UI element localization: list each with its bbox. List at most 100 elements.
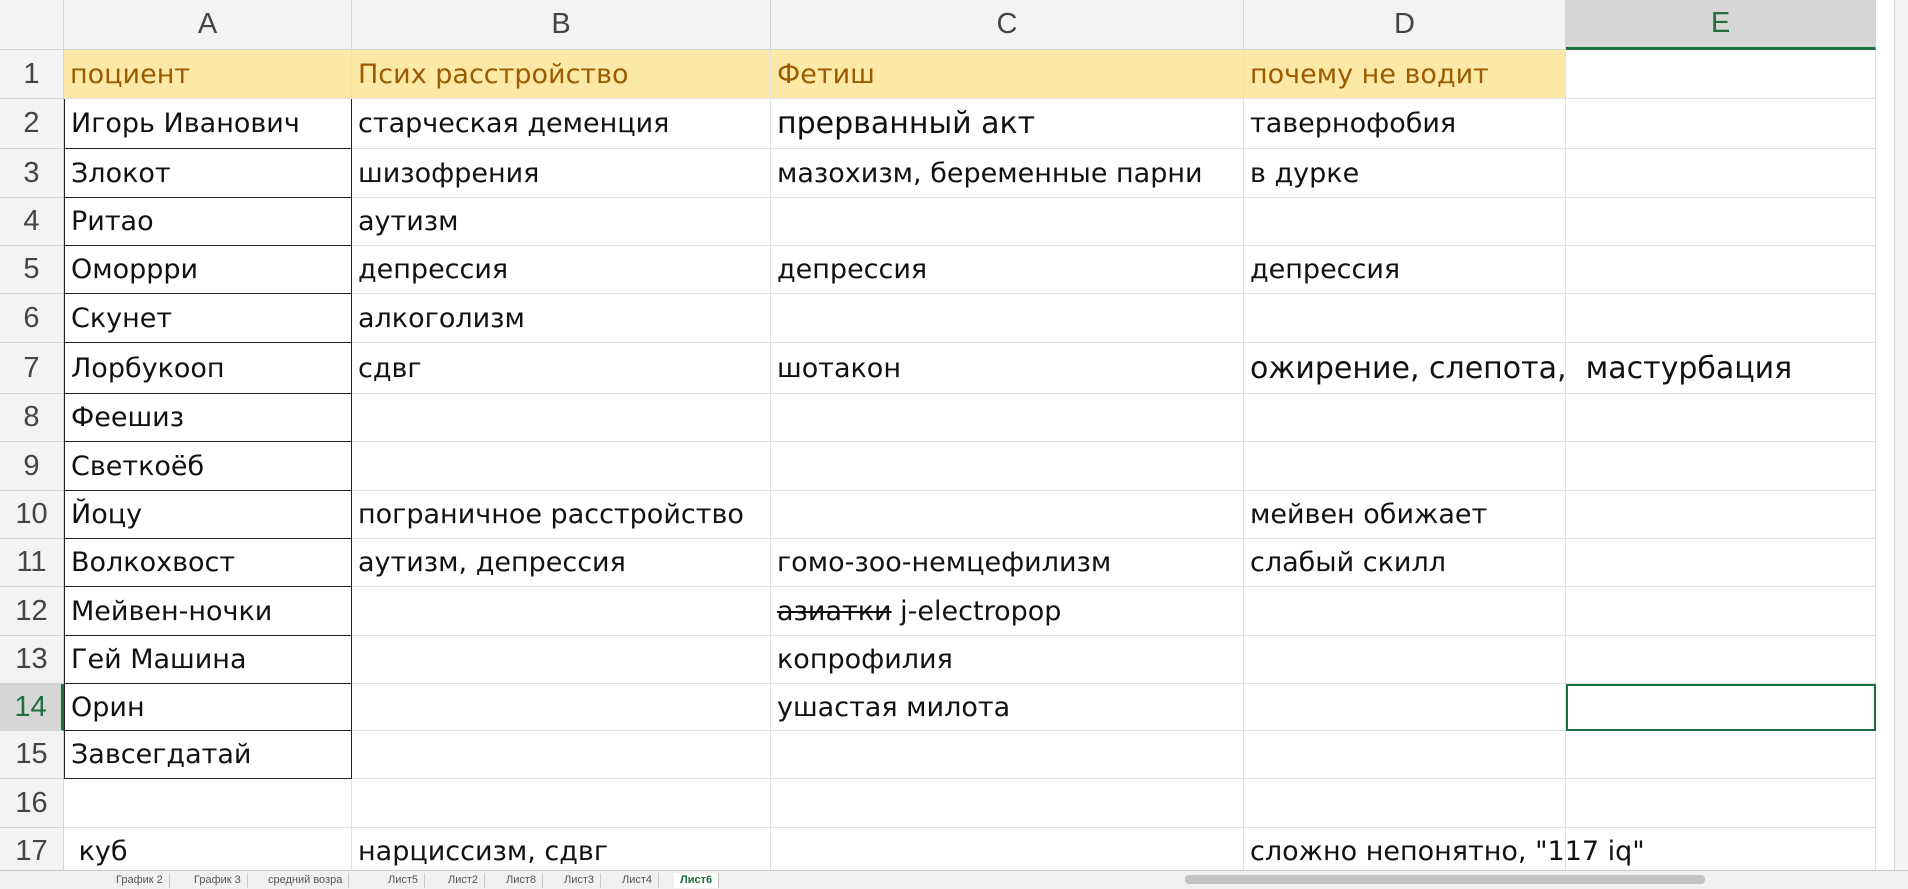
row-header-6[interactable]: 6	[0, 294, 64, 343]
cell-D4[interactable]	[1244, 198, 1566, 246]
cell-E3[interactable]	[1566, 149, 1876, 198]
cell-E16[interactable]	[1566, 779, 1876, 828]
cell-E12[interactable]	[1566, 587, 1876, 636]
cell-E2[interactable]	[1566, 99, 1876, 149]
cell-E11[interactable]	[1566, 539, 1876, 587]
cell-B11[interactable]: аутизм, депрессия	[352, 539, 771, 587]
column-header-C[interactable]: C	[771, 0, 1244, 50]
cell-B16[interactable]	[352, 779, 771, 828]
row-header-4[interactable]: 4	[0, 198, 64, 246]
cell-A12[interactable]: Мейвен-ночки	[64, 587, 352, 636]
cell-A16[interactable]	[64, 779, 352, 828]
row-header-10[interactable]: 10	[0, 491, 64, 539]
cell-D2[interactable]: тавернофобия	[1244, 99, 1566, 149]
column-header-E[interactable]: E	[1566, 0, 1876, 50]
cell-E13[interactable]	[1566, 636, 1876, 684]
sheet-tab[interactable]: Лист2	[442, 873, 486, 888]
cell-B7[interactable]: сдвг	[352, 343, 771, 394]
sheet-tab[interactable]: График 2	[110, 873, 170, 888]
cell-B1[interactable]: Псих расстройство	[352, 50, 771, 99]
cell-A6[interactable]: Скунет	[64, 294, 352, 343]
column-header-A[interactable]: A	[64, 0, 352, 50]
cell-B6[interactable]: алкоголизм	[352, 294, 771, 343]
cell-D5[interactable]: депрессия	[1244, 246, 1566, 294]
row-header-1[interactable]: 1	[0, 50, 64, 99]
spreadsheet-grid[interactable]: ABCDE 1 2 3 4 5 6 7 8 9 10 11 12 13 14 15 16 17 поциент П…	[0, 0, 1908, 876]
cell-D1[interactable]: почему не водит	[1244, 50, 1566, 99]
cell-C12[interactable]: азиатки j-electropop	[771, 587, 1244, 636]
cell-B4[interactable]: аутизм	[352, 198, 771, 246]
cell-C15[interactable]	[771, 731, 1244, 779]
cell-B2[interactable]: старческая деменция	[352, 99, 771, 149]
cell-A4[interactable]: Ритао	[64, 198, 352, 246]
cell-A15[interactable]: Завсегдатай	[64, 731, 352, 779]
cell-B5[interactable]: депрессия	[352, 246, 771, 294]
cell-B15[interactable]	[352, 731, 771, 779]
sheet-tab[interactable]: средний возра	[262, 873, 350, 888]
cell-A9[interactable]: Светкоёб	[64, 442, 352, 491]
cell-B10[interactable]: пограничное расстройство	[352, 491, 771, 539]
cell-B14[interactable]	[352, 684, 771, 731]
vertical-scrollbar[interactable]	[1894, 0, 1908, 870]
cell-D11[interactable]: слабый скилл	[1244, 539, 1566, 587]
cell-B8[interactable]	[352, 394, 771, 442]
cell-A7[interactable]: Лорбукооп	[64, 343, 352, 394]
cell-D6[interactable]	[1244, 294, 1566, 343]
cell-D8[interactable]	[1244, 394, 1566, 442]
cell-E10[interactable]	[1566, 491, 1876, 539]
cell-E5[interactable]	[1566, 246, 1876, 294]
cell-C5[interactable]: депрессия	[771, 246, 1244, 294]
cell-A3[interactable]: Злокот	[64, 149, 352, 198]
row-header-2[interactable]: 2	[0, 99, 64, 149]
cell-D3[interactable]: в дурке	[1244, 149, 1566, 198]
row-header-14[interactable]: 14	[0, 684, 64, 731]
cell-C9[interactable]	[771, 442, 1244, 491]
cell-C4[interactable]	[771, 198, 1244, 246]
cell-C1[interactable]: Фетиш	[771, 50, 1244, 99]
cell-B3[interactable]: шизофрения	[352, 149, 771, 198]
row-header-5[interactable]: 5	[0, 246, 64, 294]
cell-E15[interactable]	[1566, 731, 1876, 779]
cell-E14[interactable]	[1566, 684, 1876, 731]
row-header-11[interactable]: 11	[0, 539, 64, 587]
row-header-3[interactable]: 3	[0, 149, 64, 198]
cell-D15[interactable]	[1244, 731, 1566, 779]
cell-A13[interactable]: Гей Машина	[64, 636, 352, 684]
cell-B13[interactable]	[352, 636, 771, 684]
sheet-tab[interactable]: Лист8	[500, 873, 544, 888]
cell-A5[interactable]: Оморрри	[64, 246, 352, 294]
cell-A2[interactable]: Игорь Иванович	[64, 99, 352, 149]
cell-C2[interactable]: прерванный акт	[771, 99, 1244, 149]
row-header-12[interactable]: 12	[0, 587, 64, 636]
cell-D16[interactable]	[1244, 779, 1566, 828]
cell-E4[interactable]	[1566, 198, 1876, 246]
cell-C7[interactable]: шотакон	[771, 343, 1244, 394]
cell-A17[interactable]: куб	[64, 828, 352, 876]
row-header-7[interactable]: 7	[0, 343, 64, 394]
cell-B12[interactable]	[352, 587, 771, 636]
cell-D7[interactable]: ожирение, слепота, мастурбация	[1244, 343, 1792, 394]
cell-C16[interactable]	[771, 779, 1244, 828]
sheet-tab[interactable]: Лист6	[674, 873, 720, 888]
cell-C17[interactable]	[771, 828, 1244, 876]
cell-A14[interactable]: Орин	[64, 684, 352, 731]
row-header-17[interactable]: 17	[0, 828, 64, 876]
sheet-tab[interactable]: График 3	[188, 873, 248, 888]
select-all-corner[interactable]	[0, 0, 64, 50]
cell-C14[interactable]: ушастая милота	[771, 684, 1244, 731]
cell-C13[interactable]: копрофилия	[771, 636, 1244, 684]
cell-A11[interactable]: Волкохвост	[64, 539, 352, 587]
cell-E9[interactable]	[1566, 442, 1876, 491]
sheet-tab[interactable]: Лист3	[558, 873, 602, 888]
column-header-B[interactable]: B	[352, 0, 771, 50]
row-header-13[interactable]: 13	[0, 636, 64, 684]
cell-D12[interactable]	[1244, 587, 1566, 636]
cell-D10[interactable]: мейвен обижает	[1244, 491, 1566, 539]
cell-A8[interactable]: Феешиз	[64, 394, 352, 442]
cell-E17[interactable]	[1566, 828, 1876, 876]
cell-C3[interactable]: мазохизм, беременные парни	[771, 149, 1244, 198]
cell-E8[interactable]	[1566, 394, 1876, 442]
cell-D9[interactable]	[1244, 442, 1566, 491]
cell-C6[interactable]	[771, 294, 1244, 343]
cell-E6[interactable]	[1566, 294, 1876, 343]
